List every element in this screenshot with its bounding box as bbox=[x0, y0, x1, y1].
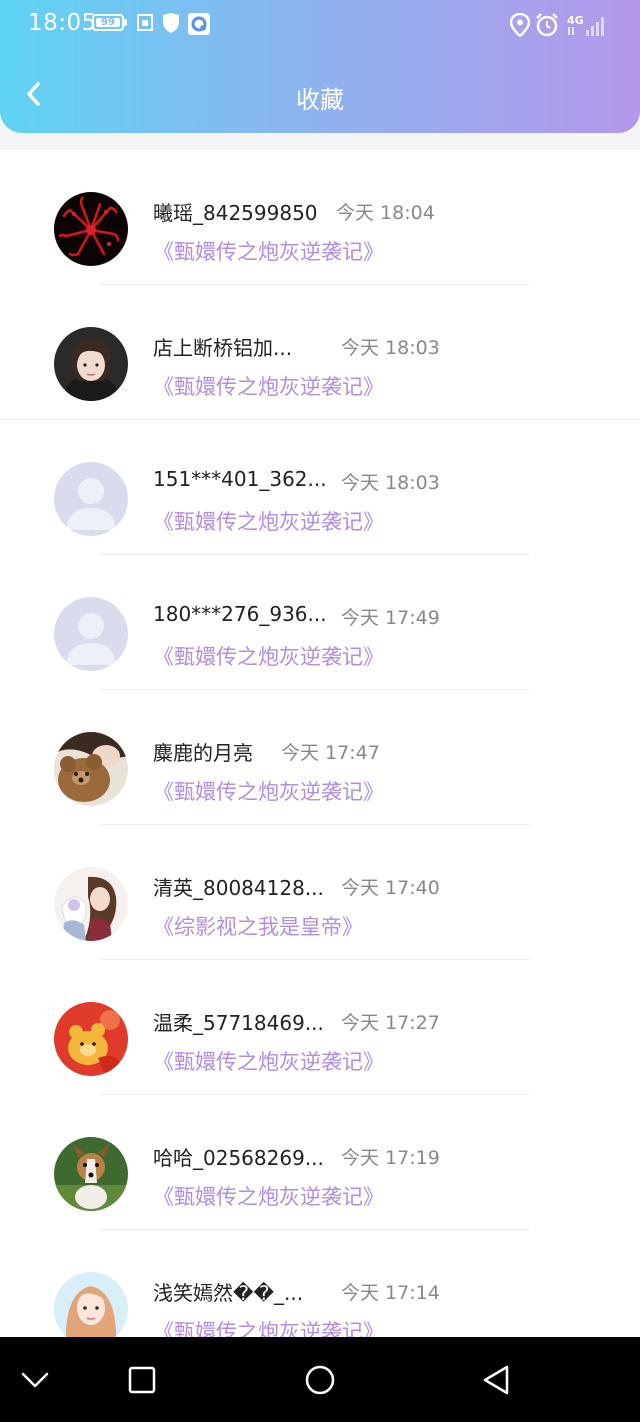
book-link[interactable]: 《综影视之我是皇帝》 bbox=[153, 911, 363, 941]
shield-icon bbox=[163, 13, 179, 33]
gallery-icon bbox=[137, 14, 153, 31]
list-item[interactable]: 清英_80084128... 今天 17:40 《综影视之我是皇帝》 bbox=[0, 825, 640, 960]
book-link[interactable]: 《甄嬛传之炮灰逆袭记》 bbox=[153, 641, 384, 671]
timestamp: 今天 17:19 bbox=[341, 1147, 440, 1169]
system-nav-bar bbox=[0, 1337, 640, 1422]
list-item[interactable]: 哈哈_02568269... 今天 17:19 《甄嬛传之炮灰逆袭记》 bbox=[0, 1095, 640, 1230]
battery-icon: 99 bbox=[92, 14, 124, 31]
home-icon[interactable] bbox=[300, 1360, 340, 1400]
avatar[interactable] bbox=[54, 1272, 128, 1337]
list-item[interactable]: 曦瑶_842599850 今天 18:04 《甄嬛传之炮灰逆袭记》 bbox=[0, 150, 640, 285]
book-link[interactable]: 《甄嬛传之炮灰逆袭记》 bbox=[153, 236, 384, 266]
avatar[interactable] bbox=[54, 1137, 128, 1211]
book-link[interactable]: 《甄嬛传之炮灰逆袭记》 bbox=[153, 371, 384, 401]
book-link[interactable]: 《甄嬛传之炮灰逆袭记》 bbox=[153, 1181, 384, 1211]
timestamp: 今天 17:40 bbox=[341, 877, 440, 899]
header-bar: 18:05 99 4G 收藏 bbox=[0, 0, 640, 133]
username: 151***401_362... bbox=[153, 467, 327, 491]
timestamp: 今天 17:49 bbox=[341, 607, 440, 629]
list-item[interactable]: 180***276_936... 今天 17:49 《甄嬛传之炮灰逆袭记》 bbox=[0, 555, 640, 690]
favorites-list[interactable]: 曦瑶_842599850 今天 18:04 《甄嬛传之炮灰逆袭记》 店上断桥铝加… bbox=[0, 150, 640, 1337]
avatar[interactable] bbox=[54, 732, 128, 806]
list-item[interactable]: 151***401_362... 今天 18:03 《甄嬛传之炮灰逆袭记》 bbox=[0, 420, 640, 555]
timestamp: 今天 17:14 bbox=[341, 1282, 440, 1304]
username: 180***276_936... bbox=[153, 602, 327, 626]
avatar[interactable] bbox=[54, 867, 128, 941]
svg-text:4G: 4G bbox=[567, 14, 584, 27]
username: 曦瑶_842599850 bbox=[153, 201, 318, 225]
timestamp: 今天 17:27 bbox=[341, 1012, 440, 1034]
recents-icon[interactable] bbox=[122, 1360, 162, 1400]
timestamp: 今天 18:03 bbox=[341, 337, 440, 359]
username: 麋鹿的月亮 bbox=[153, 741, 253, 765]
book-link[interactable]: 《甄嬛传之炮灰逆袭记》 bbox=[153, 1316, 384, 1337]
username: 店上断桥铝加... bbox=[153, 336, 293, 360]
list-item[interactable]: 店上断桥铝加... 今天 18:03 《甄嬛传之炮灰逆袭记》 bbox=[0, 285, 640, 420]
status-bar: 18:05 99 4G bbox=[0, 0, 640, 50]
list-item[interactable]: 浅笑嫣然��_... 今天 17:14 《甄嬛传之炮灰逆袭记》 bbox=[0, 1230, 640, 1337]
alarm-icon bbox=[536, 13, 558, 37]
avatar[interactable] bbox=[54, 1002, 128, 1076]
timestamp: 今天 18:04 bbox=[336, 202, 435, 224]
location-icon bbox=[510, 13, 530, 37]
avatar[interactable] bbox=[54, 192, 128, 266]
status-time: 18:05 bbox=[28, 10, 97, 36]
username: 清英_80084128... bbox=[153, 876, 324, 900]
book-link[interactable]: 《甄嬛传之炮灰逆袭记》 bbox=[153, 506, 384, 536]
timestamp: 今天 17:47 bbox=[281, 742, 380, 764]
battery-level: 99 bbox=[96, 18, 120, 28]
battery-tip bbox=[124, 19, 127, 26]
avatar[interactable] bbox=[54, 597, 128, 671]
q-app-icon bbox=[188, 13, 210, 35]
list-item[interactable]: 麋鹿的月亮 今天 17:47 《甄嬛传之炮灰逆袭记》 bbox=[0, 690, 640, 825]
avatar[interactable] bbox=[54, 462, 128, 536]
timestamp: 今天 18:03 bbox=[341, 472, 440, 494]
username: 哈哈_02568269... bbox=[153, 1146, 324, 1170]
book-link[interactable]: 《甄嬛传之炮灰逆袭记》 bbox=[153, 776, 384, 806]
chevron-down-icon[interactable] bbox=[15, 1360, 55, 1400]
book-link[interactable]: 《甄嬛传之炮灰逆袭记》 bbox=[153, 1046, 384, 1076]
username: 温柔_57718469... bbox=[153, 1011, 324, 1035]
back-triangle-icon[interactable] bbox=[477, 1360, 517, 1400]
page-title: 收藏 bbox=[296, 86, 344, 114]
signal-4g-icon: 4G bbox=[567, 14, 604, 36]
avatar[interactable] bbox=[54, 327, 128, 401]
username: 浅笑嫣然��_... bbox=[153, 1281, 304, 1305]
list-item[interactable]: 温柔_57718469... 今天 17:27 《甄嬛传之炮灰逆袭记》 bbox=[0, 960, 640, 1095]
